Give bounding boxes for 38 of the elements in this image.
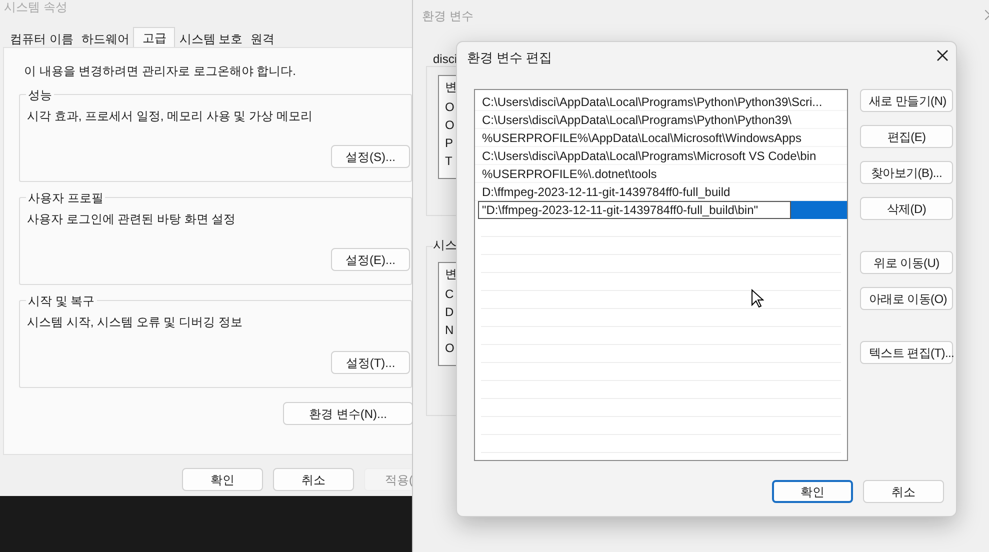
side-button[interactable]: 찾아보기(B)... xyxy=(860,161,953,184)
column-header: 변 xyxy=(445,266,458,283)
group-description: 시스템 시작, 시스템 오류 및 디버깅 정보 xyxy=(27,314,244,331)
path-input-field[interactable]: "D:\ffmpeg-2023-12-11-git-1439784ff0-full_build\bin" xyxy=(478,201,791,219)
dialog-title: 환경 변수 편집 xyxy=(467,49,552,67)
admin-notice: 이 내용을 변경하려면 관리자로 로그온해야 합니다. xyxy=(24,63,298,80)
user-variables-label: disci xyxy=(433,51,458,68)
side-button[interactable]: 아래로 이동(O) xyxy=(860,287,953,310)
column-header: 변 xyxy=(445,79,458,96)
side-button[interactable]: 삭제(D) xyxy=(860,197,953,220)
tab[interactable]: 고급 xyxy=(133,27,176,48)
window-title: 시스템 속성 xyxy=(4,0,68,14)
path-entry[interactable]: C:\Users\disci\AppData\Local\Programs\Python\Python39\Scri... xyxy=(475,93,847,111)
environment-variables-button[interactable]: 환경 변수(N)... xyxy=(283,402,413,425)
cursor-icon xyxy=(751,289,764,308)
side-button[interactable]: 새로 만들기(N) xyxy=(860,89,953,112)
settings-button[interactable]: 설정(S)... xyxy=(331,145,410,168)
side-button[interactable]: 텍스트 편집(T)... xyxy=(860,341,953,364)
window-title: 환경 변수 xyxy=(422,8,474,25)
dialog-button[interactable]: 취소 xyxy=(863,480,944,503)
selection-highlight xyxy=(791,201,847,219)
group-description: 시각 효과, 프로세서 일정, 메모리 사용 및 가상 메모리 xyxy=(27,108,314,125)
path-entry[interactable]: %USERPROFILE%\.dotnet\tools xyxy=(475,165,847,183)
side-button[interactable]: 편집(E) xyxy=(860,125,953,148)
tab[interactable]: 원격 xyxy=(246,29,279,48)
dialog-button[interactable]: 취소 xyxy=(273,468,354,491)
path-entry[interactable]: %USERPROFILE%\AppData\Local\Microsoft\WindowsApps xyxy=(475,129,847,147)
tab[interactable]: 시스템 보호 xyxy=(175,29,247,48)
side-button[interactable]: 위로 이동(U) xyxy=(860,251,953,274)
group-description: 사용자 로그인에 관련된 바탕 화면 설정 xyxy=(27,211,237,228)
settings-button[interactable]: 설정(T)... xyxy=(331,351,410,374)
dialog-button[interactable]: 확인 xyxy=(182,468,263,491)
path-entry[interactable]: C:\Users\disci\AppData\Local\Programs\Microsoft VS Code\bin xyxy=(475,147,847,165)
path-entry[interactable]: C:\Users\disci\AppData\Local\Programs\Python\Python39\ xyxy=(475,111,847,129)
tab[interactable]: 컴퓨터 이름 xyxy=(6,29,78,48)
dialog-button[interactable]: 확인 xyxy=(772,480,853,503)
settings-button[interactable]: 설정(E)... xyxy=(331,248,410,271)
tab[interactable]: 하드웨어 xyxy=(77,29,134,48)
